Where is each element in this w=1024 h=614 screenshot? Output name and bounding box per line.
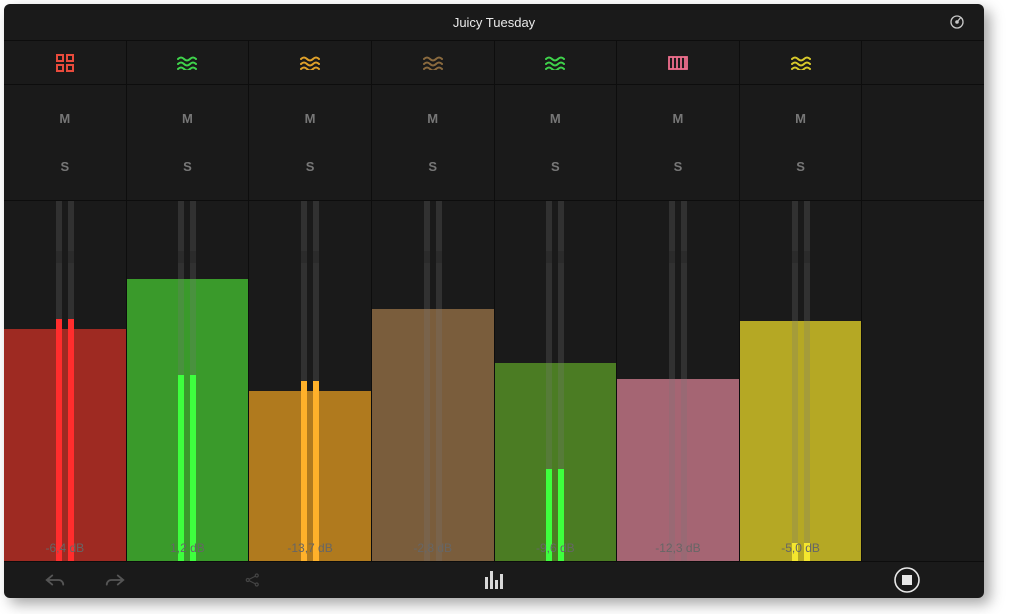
mute-solo-group: MS <box>249 85 371 201</box>
solo-button[interactable]: S <box>740 149 862 184</box>
live-meter <box>301 381 319 561</box>
mute-solo-group: MS <box>617 85 739 201</box>
solo-button[interactable]: S <box>617 149 739 184</box>
redo-button[interactable] <box>104 572 164 588</box>
meter-area[interactable]: -2,8 dB <box>372 201 494 561</box>
mute-solo-group: MS <box>4 85 126 201</box>
mute-button[interactable]: M <box>495 101 617 136</box>
track-7: MS-5,0 dB <box>740 41 863 561</box>
project-title: Juicy Tuesday <box>453 15 535 30</box>
meter-area[interactable]: -12,3 dB <box>617 201 739 561</box>
mute-solo-group: MS <box>495 85 617 201</box>
empty-track-slot[interactable] <box>862 41 984 561</box>
solo-button[interactable]: S <box>249 149 371 184</box>
solo-button[interactable]: S <box>372 149 494 184</box>
solo-button[interactable]: S <box>4 149 126 184</box>
track-type-icon[interactable] <box>495 41 617 85</box>
live-meter <box>56 319 74 561</box>
mute-button[interactable]: M <box>740 101 862 136</box>
live-meter <box>178 375 196 561</box>
track-type-icon[interactable] <box>4 41 126 85</box>
track-4: MS-2,8 dB <box>372 41 495 561</box>
track-type-icon[interactable] <box>740 41 862 85</box>
header-bar: Juicy Tuesday <box>4 4 984 40</box>
meter-area[interactable]: -6,4 dB <box>4 201 126 561</box>
tracks-container: MS-6,4 dBMS1,2 dBMS-13,7 dBMS-2,8 dBMS-9… <box>4 40 984 562</box>
track-3: MS-13,7 dB <box>249 41 372 561</box>
metronome-icon[interactable] <box>948 13 966 31</box>
mute-solo-group: MS <box>740 85 862 201</box>
track-type-icon[interactable] <box>127 41 249 85</box>
track-type-icon[interactable] <box>249 41 371 85</box>
peak-marks <box>178 251 196 263</box>
solo-button[interactable]: S <box>127 149 249 184</box>
mute-button[interactable]: M <box>372 101 494 136</box>
peak-marks <box>792 251 810 263</box>
peak-marks <box>546 251 564 263</box>
track-5: MS-9,6 dB <box>495 41 618 561</box>
track-2: MS1,2 dB <box>127 41 250 561</box>
mute-solo-group: MS <box>127 85 249 201</box>
mixer-view-button[interactable] <box>484 571 504 589</box>
mixer-app: Juicy Tuesday MS-6,4 dBMS1,2 dBMS-13,7 d… <box>4 4 984 598</box>
track-1: MS-6,4 dB <box>4 41 127 561</box>
footer-bar <box>4 562 984 598</box>
track-type-icon[interactable] <box>617 41 739 85</box>
meter-area[interactable]: 1,2 dB <box>127 201 249 561</box>
peak-marks <box>669 251 687 263</box>
live-meter <box>546 469 564 561</box>
track-type-icon[interactable] <box>372 41 494 85</box>
mute-button[interactable]: M <box>4 101 126 136</box>
peak-marks <box>424 251 442 263</box>
meter-area[interactable]: -13,7 dB <box>249 201 371 561</box>
live-meter <box>792 543 810 561</box>
mute-button[interactable]: M <box>127 101 249 136</box>
undo-button[interactable] <box>44 572 104 588</box>
mute-button[interactable]: M <box>617 101 739 136</box>
solo-button[interactable]: S <box>495 149 617 184</box>
mute-solo-group: MS <box>372 85 494 201</box>
peak-marks <box>56 251 74 263</box>
mute-button[interactable]: M <box>249 101 371 136</box>
meter-area[interactable]: -9,6 dB <box>495 201 617 561</box>
track-6: MS-12,3 dB <box>617 41 740 561</box>
stop-button[interactable] <box>894 567 920 593</box>
peak-marks <box>301 251 319 263</box>
share-button[interactable] <box>244 571 304 589</box>
meter-area[interactable]: -5,0 dB <box>740 201 862 561</box>
